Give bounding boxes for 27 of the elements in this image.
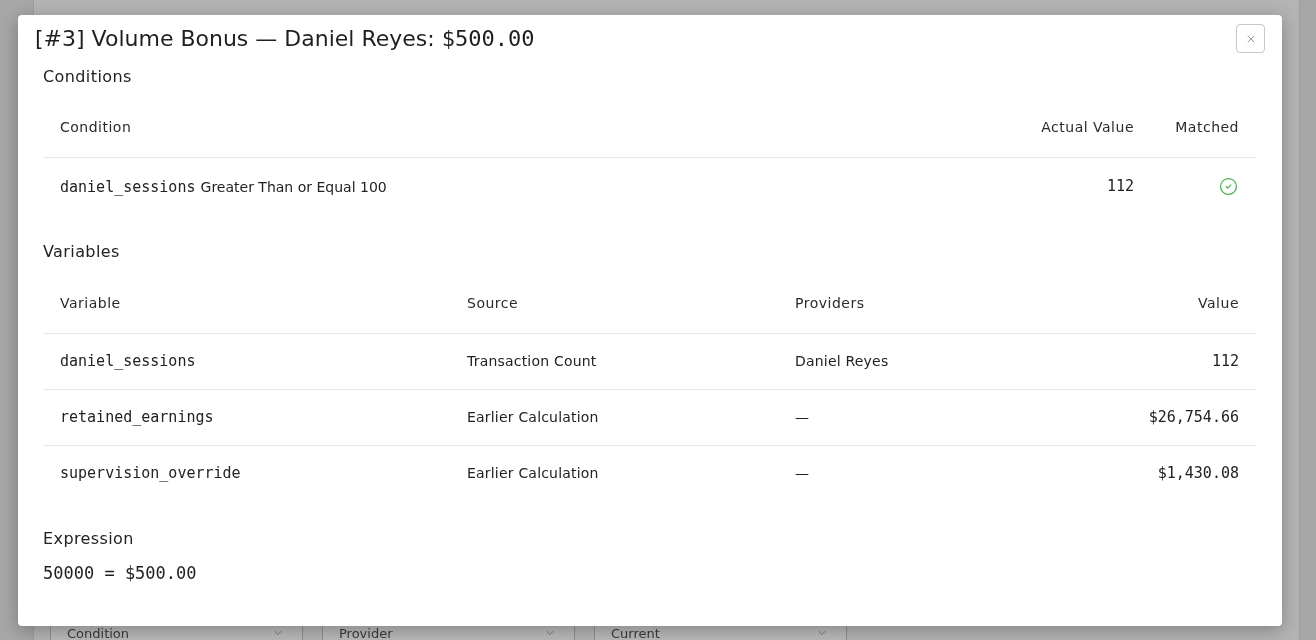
- table-cell-text: 112: [1210, 351, 1240, 373]
- section-heading: Expression: [43, 528, 135, 550]
- table-cell-text: supervision_override: [59, 463, 242, 485]
- table-cell-text: Earlier Calculation: [466, 408, 600, 427]
- table-cell-text: —: [794, 408, 811, 427]
- table-cell-text: Daniel Reyes: [794, 352, 890, 371]
- column-header: Value: [1197, 293, 1240, 313]
- expression-text: 50000 = $500.00: [43, 562, 198, 585]
- close-button[interactable]: [1236, 24, 1265, 53]
- table-cell-text: —: [794, 464, 811, 483]
- table-cell-text: Transaction Count: [466, 352, 598, 371]
- column-header: Condition: [59, 117, 133, 137]
- table-cell-text: daniel_sessions Greater Than or Equal 100: [59, 176, 388, 198]
- table-cell-text: $26,754.66: [1147, 407, 1240, 429]
- column-header: Providers: [794, 293, 866, 313]
- table-cell-text: $1,430.08: [1156, 463, 1240, 485]
- column-header: Source: [466, 293, 520, 313]
- table-cell-text: daniel_sessions: [59, 351, 197, 373]
- column-header: Matched: [1174, 117, 1240, 137]
- column-header: Variable: [59, 293, 122, 313]
- table-cell-text: Earlier Calculation: [466, 464, 600, 483]
- table-cell-text: 112: [1105, 176, 1135, 198]
- column-header: Actual Value: [1040, 117, 1135, 137]
- section-heading: Variables: [43, 241, 121, 263]
- table-cell-text: retained_earnings: [59, 407, 215, 429]
- section-heading: Conditions: [43, 66, 133, 88]
- dialog-title: [#3] Volume Bonus — Daniel Reyes: $500.00: [35, 25, 535, 53]
